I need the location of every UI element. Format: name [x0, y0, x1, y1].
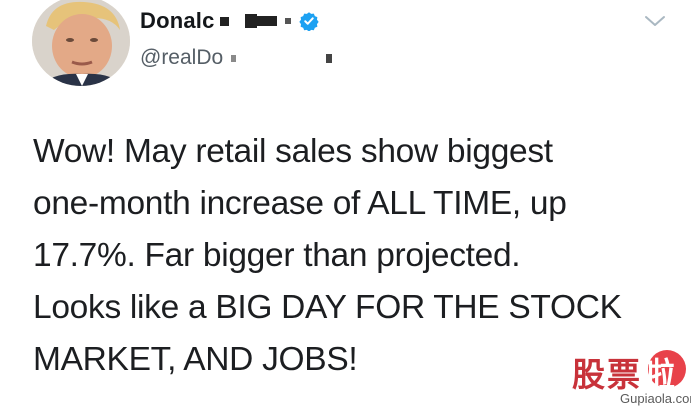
tweet-text-line: Looks like a BIG DAY FOR THE STOCK: [33, 289, 622, 326]
redaction-mark: [326, 53, 333, 63]
watermark-brand: 股票啦: [572, 348, 677, 396]
author-display-name[interactable]: Donalc: [140, 8, 215, 34]
tweet-text-line: 17.7%. Far bigger than projected.: [33, 237, 521, 274]
tweet-card: Donalc @realDo Wow! May retail sales sho…: [0, 0, 691, 408]
tweet-text-line: one-month increase of ALL TIME, up: [33, 185, 567, 222]
watermark-url: Gupiaola.com: [620, 391, 691, 406]
tweet-text: Wow! May retail sales show biggest one-m…: [33, 126, 683, 386]
author-handle[interactable]: @realDo: [140, 46, 223, 70]
author-name-row[interactable]: Donalc: [140, 6, 319, 36]
watermark-brand-chars: 股票: [572, 355, 642, 394]
redaction-mark: [244, 14, 257, 28]
redaction-mark: [284, 18, 291, 24]
watermark-badge-char: 啦: [642, 355, 677, 394]
author-handle-row[interactable]: @realDo: [140, 44, 333, 72]
author-avatar[interactable]: [32, 0, 130, 86]
chevron-down-icon[interactable]: [642, 10, 668, 32]
site-watermark: 股票啦 Gupiaola.com: [560, 348, 691, 408]
redaction-mark: [231, 54, 237, 62]
tweet-text-line: Wow! May retail sales show biggest: [33, 133, 553, 170]
verified-badge-icon: [298, 11, 319, 32]
redaction-mark: [219, 16, 229, 26]
redaction-mark: [256, 16, 277, 26]
